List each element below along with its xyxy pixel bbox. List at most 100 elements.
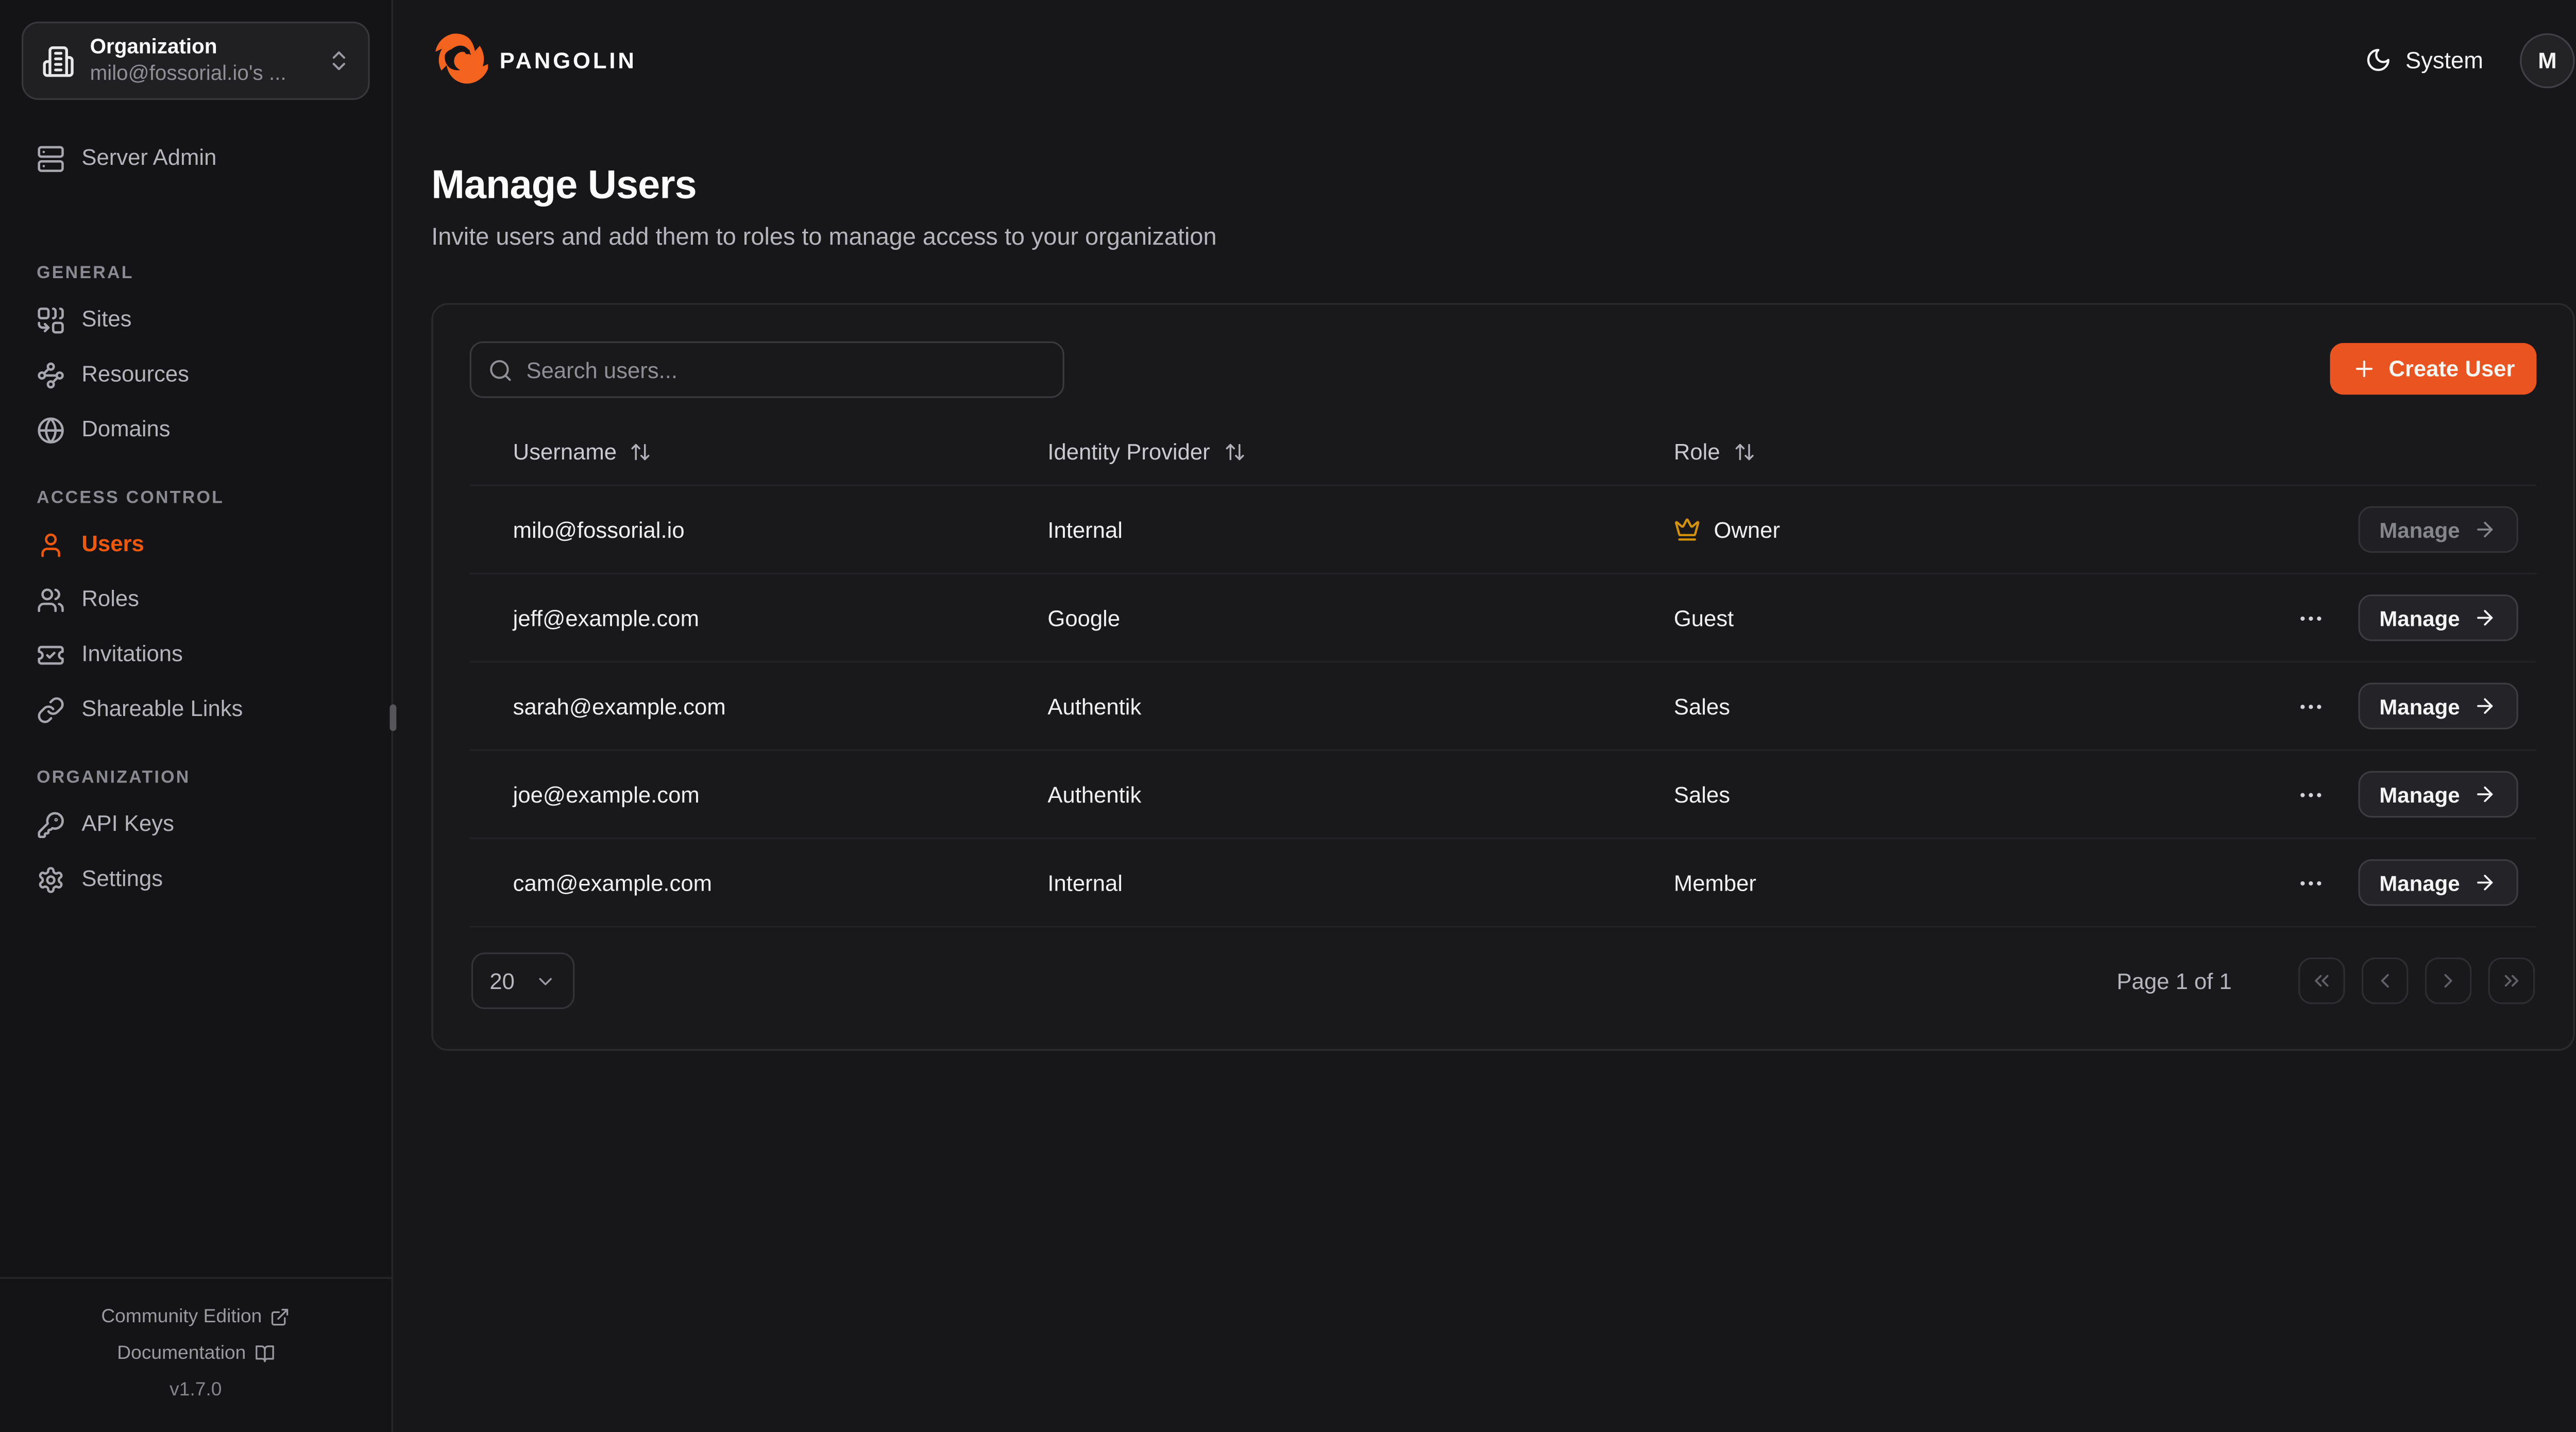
ellipsis-icon	[2296, 604, 2325, 632]
role-label: Sales	[1674, 782, 1730, 807]
search-input[interactable]	[527, 357, 1046, 382]
manage-button[interactable]: Manage	[2358, 594, 2518, 641]
globe-icon	[37, 416, 65, 445]
role-label: Guest	[1674, 605, 1734, 630]
theme-toggle[interactable]: System	[2365, 47, 2483, 74]
manage-button[interactable]: Manage	[2358, 683, 2518, 729]
column-header-username[interactable]: Username	[513, 439, 1048, 464]
sidebar-nav: Server Admin GENERAL Sites Resources Dom…	[0, 122, 392, 1277]
first-page-button[interactable]	[2298, 958, 2345, 1004]
section-label-general: GENERAL	[23, 246, 368, 293]
manage-label: Manage	[2379, 517, 2460, 542]
sidebar-item-label: Resources	[81, 362, 189, 389]
manage-label: Manage	[2379, 870, 2460, 895]
avatar[interactable]: M	[2520, 32, 2575, 88]
manage-button[interactable]: Manage	[2358, 771, 2518, 818]
sidebar-item-label: Server Admin	[81, 146, 216, 173]
page-size-value: 20	[489, 968, 515, 993]
chevron-right-icon	[2436, 969, 2460, 992]
previous-page-button[interactable]	[2362, 958, 2409, 1004]
page-subtitle: Invite users and add them to roles to ma…	[431, 225, 2573, 251]
ticket-check-icon	[37, 641, 65, 670]
row-actions: Manage	[2293, 771, 2518, 818]
page-header: Manage Users Invite users and add them t…	[395, 120, 2576, 251]
building-icon	[42, 44, 75, 78]
org-selector[interactable]: Organization milo@fossorial.io's ...	[22, 22, 370, 100]
plus-icon	[2352, 356, 2377, 381]
sidebar-footer: Community Edition Documentation v1.7.0	[0, 1277, 392, 1432]
server-icon	[37, 145, 65, 173]
theme-label: System	[2405, 47, 2483, 74]
sidebar-item-invitations[interactable]: Invitations	[23, 628, 368, 683]
sidebar-item-server-admin[interactable]: Server Admin	[23, 131, 368, 186]
community-edition-link[interactable]: Community Edition	[16, 1299, 375, 1336]
pangolin-logo[interactable]: PANGOLIN	[431, 31, 636, 88]
page-size-select[interactable]: 20	[471, 952, 574, 1009]
cell-role: Sales	[1674, 693, 2293, 718]
row-menu-button[interactable]	[2293, 865, 2328, 900]
link-icon	[37, 696, 65, 724]
main-area: PANGOLIN System M Manage Users Invite us…	[395, 0, 2576, 1432]
chevrons-left-icon	[2310, 969, 2333, 992]
sidebar-item-api-keys[interactable]: API Keys	[23, 797, 368, 853]
sidebar-item-shareable-links[interactable]: Shareable Links	[23, 683, 368, 738]
key-icon	[37, 811, 65, 839]
arrow-right-icon	[2473, 606, 2497, 629]
next-page-button[interactable]	[2425, 958, 2472, 1004]
create-user-label: Create User	[2388, 356, 2515, 381]
manage-button[interactable]: Manage	[2358, 859, 2518, 906]
ellipsis-icon	[2296, 780, 2325, 809]
ellipsis-icon	[2296, 868, 2325, 897]
section-label-organization: ORGANIZATION	[23, 738, 368, 797]
sidebar-item-users[interactable]: Users	[23, 518, 368, 573]
arrow-right-icon	[2473, 694, 2497, 718]
topbar-right: System M	[2365, 32, 2574, 88]
combine-icon	[37, 306, 65, 335]
sidebar-item-label: Settings	[81, 866, 163, 893]
section-label-access-control: ACCESS CONTROL	[23, 458, 368, 518]
version-label: v1.7.0	[16, 1372, 375, 1409]
column-label: Identity Provider	[1047, 439, 1210, 464]
sidebar-item-domains[interactable]: Domains	[23, 403, 368, 458]
cell-username: sarah@example.com	[513, 693, 1048, 718]
row-actions: Manage	[2293, 859, 2518, 906]
crown-icon	[1674, 516, 1701, 543]
column-header-role[interactable]: Role	[1674, 439, 2518, 464]
row-actions: Manage	[2293, 594, 2518, 641]
row-menu-button[interactable]	[2293, 777, 2328, 812]
users-card: Create User Username Identity Provider R…	[431, 303, 2574, 1050]
cell-username: cam@example.com	[513, 870, 1048, 895]
page-title: Manage Users	[431, 163, 2573, 210]
table-row: joe@example.com Authentik Sales Manage	[470, 751, 2537, 839]
app-root: Organization milo@fossorial.io's ... Ser…	[0, 0, 2576, 1432]
users-icon	[37, 586, 65, 615]
sidebar-item-resources[interactable]: Resources	[23, 348, 368, 403]
sidebar-item-sites[interactable]: Sites	[23, 293, 368, 348]
user-icon	[37, 531, 65, 559]
avatar-initial: M	[2538, 47, 2556, 72]
sidebar-item-settings[interactable]: Settings	[23, 853, 368, 908]
sidebar-item-label: Sites	[81, 307, 131, 334]
last-page-button[interactable]	[2488, 958, 2535, 1004]
cell-username: jeff@example.com	[513, 605, 1048, 630]
row-menu-button[interactable]	[2293, 689, 2328, 724]
column-label: Username	[513, 439, 617, 464]
role-label: Owner	[1714, 517, 1780, 542]
sidebar-item-label: Roles	[81, 587, 139, 613]
sidebar: Organization milo@fossorial.io's ... Ser…	[0, 0, 393, 1432]
documentation-link[interactable]: Documentation	[16, 1336, 375, 1372]
sidebar-item-roles[interactable]: Roles	[23, 573, 368, 628]
row-menu-button[interactable]	[2293, 600, 2328, 635]
ellipsis-icon	[2296, 692, 2325, 720]
org-selector-value: milo@fossorial.io's ...	[90, 61, 312, 87]
cell-username: milo@fossorial.io	[513, 517, 1048, 542]
column-header-identity-provider[interactable]: Identity Provider	[1047, 439, 1673, 464]
sidebar-resize-handle[interactable]	[389, 704, 396, 731]
table-row: jeff@example.com Google Guest Manage	[470, 574, 2537, 662]
org-selector-label: Organization	[90, 35, 312, 61]
moon-icon	[2365, 47, 2392, 74]
arrow-right-icon	[2473, 871, 2497, 894]
table-row: sarah@example.com Authentik Sales Manage	[470, 663, 2537, 751]
arrow-right-icon	[2473, 782, 2497, 806]
create-user-button[interactable]: Create User	[2330, 343, 2536, 395]
